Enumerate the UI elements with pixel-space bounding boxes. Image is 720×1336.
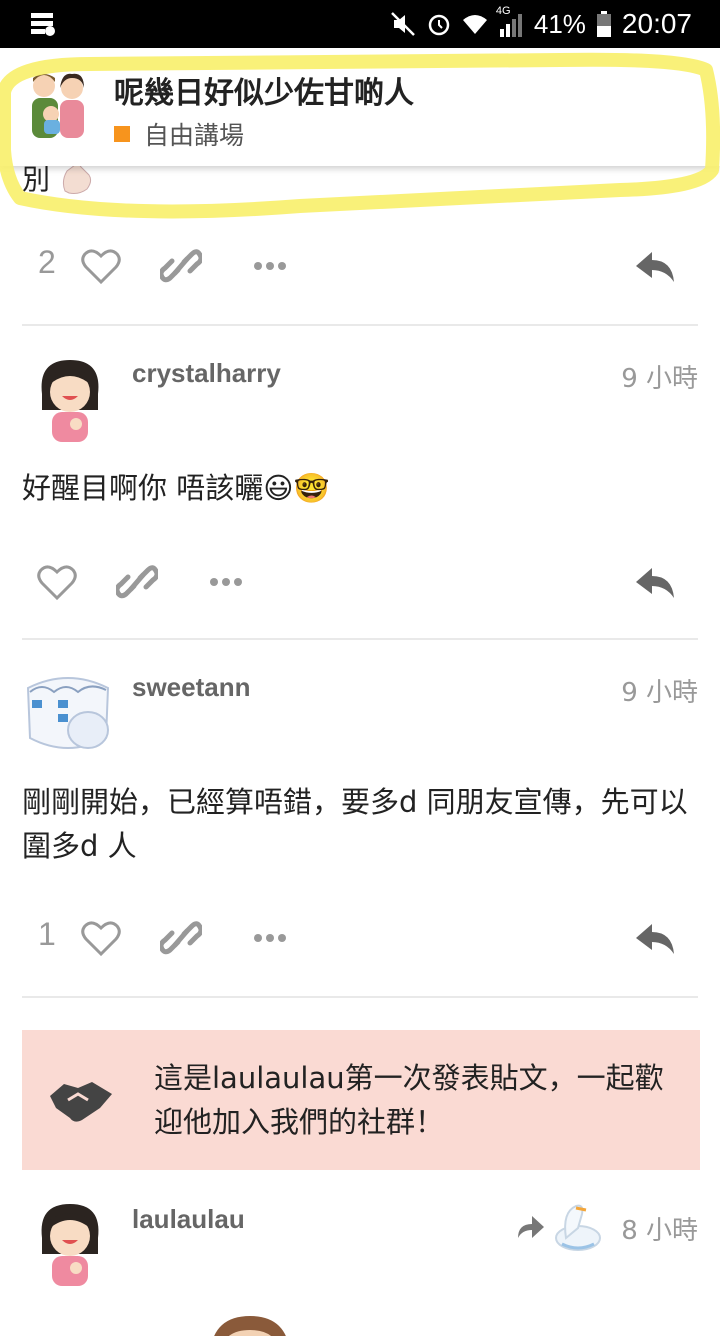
- wifi-icon: [462, 15, 487, 34]
- reply-arrow-icon[interactable]: [634, 918, 676, 958]
- reply-to-avatar[interactable]: [552, 1198, 604, 1254]
- topic-category[interactable]: 自由講場: [114, 116, 244, 152]
- first-post-notice: 這是laulaulau第一次發表貼文，一起歡迎他加入我們的社群！: [22, 1030, 700, 1170]
- battery-icon: [596, 11, 611, 37]
- post-time[interactable]: 8 小時: [621, 1210, 698, 1247]
- ellipsis-icon[interactable]: [206, 562, 248, 602]
- like-count: 1: [38, 916, 56, 952]
- post-body: 剛剛開始，已經算唔錯，要多d 同朋友宣傳，先可以圍多d 人: [22, 785, 688, 863]
- partial-post-fragment: 別: [22, 163, 51, 196]
- post-body: 好醒目啊你 唔該曬😃🤓: [22, 471, 330, 505]
- category-color-swatch: [114, 126, 130, 142]
- topic-header[interactable]: 呢幾日好似少佐甘啲人 自由講場: [0, 48, 720, 166]
- mute-icon: [390, 12, 415, 36]
- heart-outline-icon[interactable]: [80, 246, 122, 286]
- username[interactable]: laulaulau: [132, 1204, 245, 1235]
- category-label: 自由講場: [144, 121, 245, 150]
- cell-signal: 4G: [496, 5, 524, 37]
- ellipsis-icon[interactable]: [250, 246, 292, 286]
- reply-to-icon[interactable]: [514, 1212, 546, 1240]
- notice-text: 這是laulaulau第一次發表貼文，一起歡迎他加入我們的社群！: [154, 1061, 664, 1139]
- storage-notification-icon: [31, 13, 55, 36]
- reply-arrow-icon[interactable]: [634, 562, 676, 602]
- link-icon[interactable]: [160, 246, 202, 286]
- clock: 20:07: [621, 8, 692, 39]
- post-time[interactable]: 9 小時: [621, 672, 698, 709]
- avatar[interactable]: [22, 668, 114, 758]
- like-count: 2: [38, 244, 56, 280]
- heart-outline-icon[interactable]: [36, 562, 78, 602]
- reply-arrow-icon[interactable]: [634, 246, 676, 286]
- ellipsis-icon[interactable]: [250, 918, 292, 958]
- post-actions: 1: [22, 908, 698, 968]
- heart-outline-icon[interactable]: [80, 918, 122, 958]
- topic-family-illustration: [32, 73, 84, 138]
- avatar[interactable]: [28, 354, 112, 444]
- handshake-icon: [50, 1082, 112, 1122]
- link-icon[interactable]: [160, 918, 202, 958]
- alarm-icon: [428, 14, 450, 36]
- status-icons: 4G 41% 20:07: [390, 5, 692, 40]
- avatar[interactable]: [28, 1198, 112, 1288]
- post-actions: 2: [22, 236, 698, 296]
- post-divider: [22, 996, 698, 998]
- post-time[interactable]: 9 小時: [621, 358, 698, 395]
- post-divider: [22, 638, 698, 640]
- username[interactable]: sweetann: [132, 672, 251, 703]
- battery-percent: 41%: [533, 8, 586, 39]
- network-type-label: 4G: [495, 5, 511, 17]
- post-actions: [22, 552, 698, 612]
- clapping-hands-icon: [62, 163, 92, 194]
- username[interactable]: crystalharry: [132, 358, 281, 389]
- post-divider: [22, 324, 698, 326]
- status-bar: 4G 41% 20:07: [0, 0, 720, 48]
- image-preview-top: [214, 1316, 286, 1336]
- topic-title[interactable]: 呢幾日好似少佐甘啲人: [114, 68, 414, 112]
- link-icon[interactable]: [116, 562, 158, 602]
